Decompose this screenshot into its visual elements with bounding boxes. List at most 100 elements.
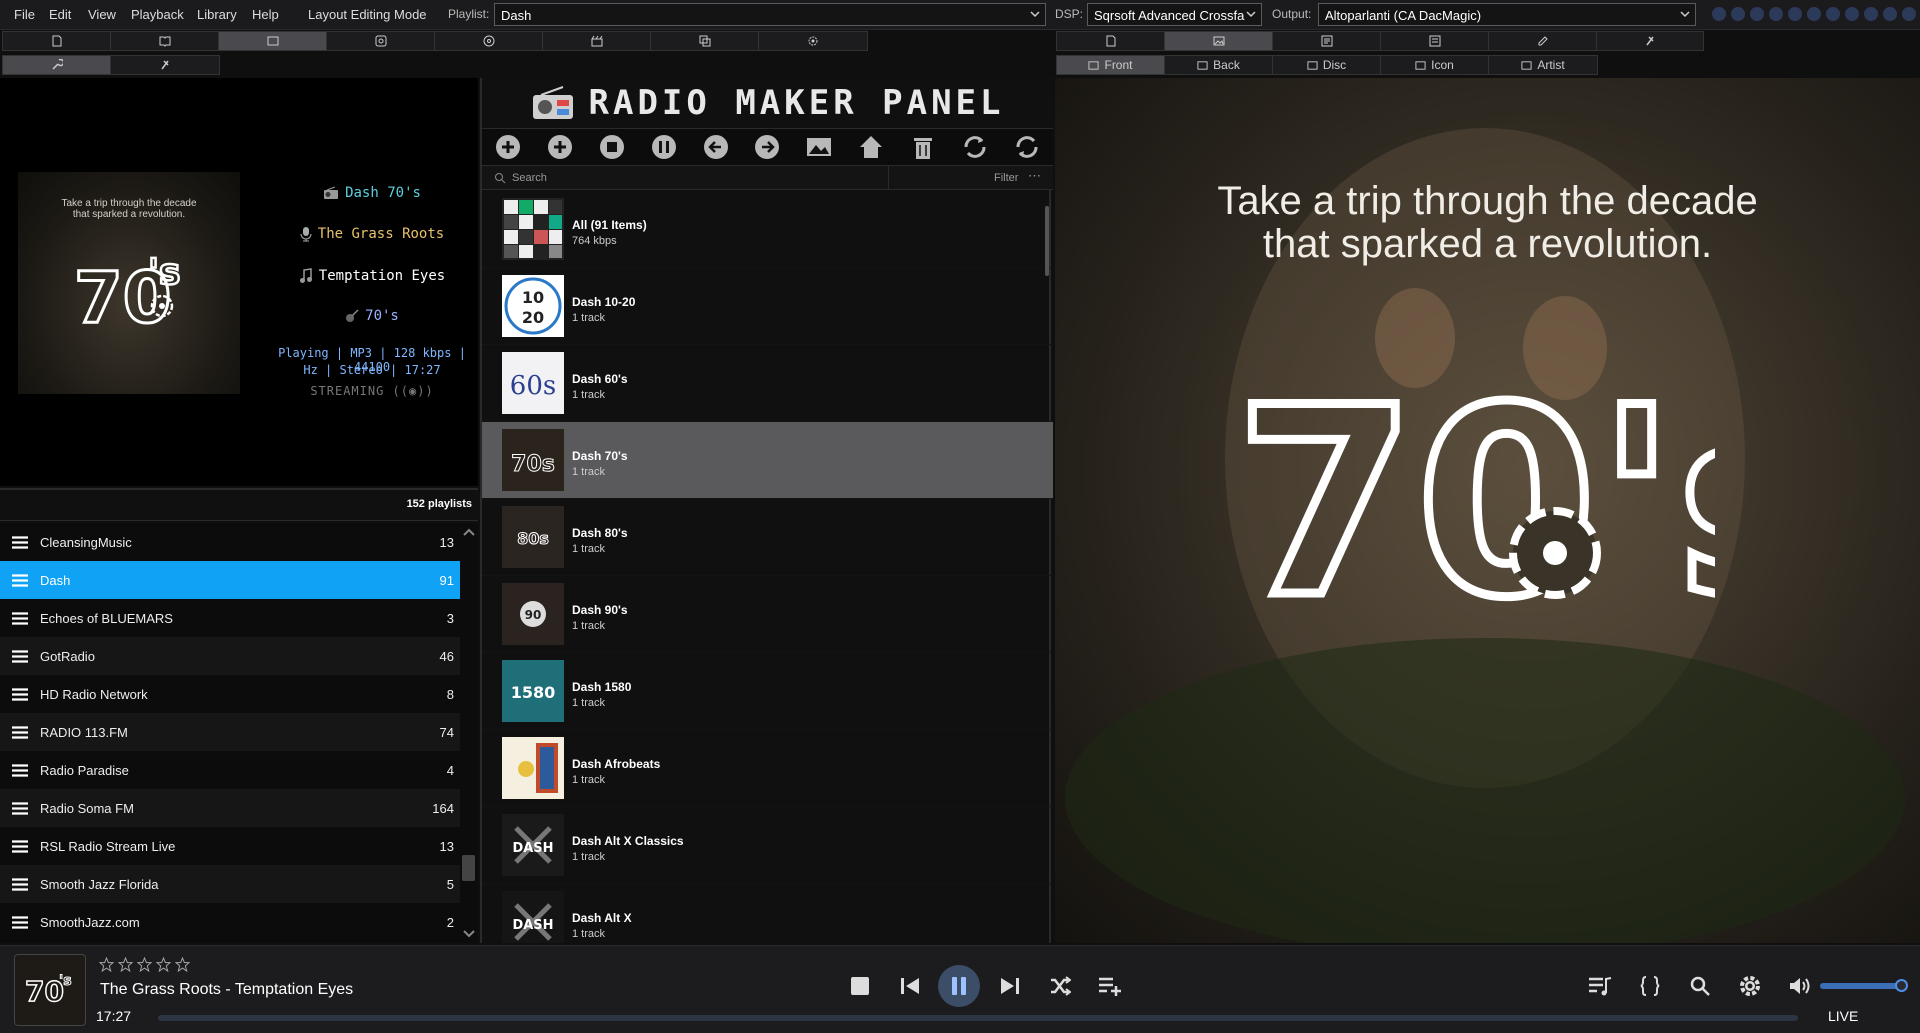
tab-page[interactable] [2,31,110,51]
station-row[interactable]: DASH Dash Alt X Classics 1 track [482,807,1053,884]
tab-radio-tools[interactable] [2,55,110,75]
tab-album[interactable] [218,31,326,51]
rating-stars[interactable] [99,957,190,972]
tab-lyrics[interactable] [1488,31,1596,51]
playlist-row[interactable]: SmoothJazz.com 2 [0,903,460,941]
pause-button[interactable] [938,965,980,1007]
volume-button[interactable] [1780,966,1820,1006]
menu-file[interactable]: File [14,7,35,22]
more-icon[interactable]: ⋯ [1028,168,1041,184]
previous-button[interactable] [890,966,930,1006]
playlist-scroll-thumb[interactable] [462,855,475,881]
output-dropdown[interactable]: Altoparlanti (CA DacMagic) [1318,3,1696,26]
tray-icon[interactable] [1712,7,1726,21]
tab-radio-settings[interactable] [110,55,220,75]
home-icon[interactable] [857,133,885,161]
volume-slider-handle[interactable] [1895,979,1908,992]
menu-view[interactable]: View [88,7,116,22]
tray-icon[interactable] [1845,7,1859,21]
menu-library[interactable]: Library [197,7,237,22]
filter-button[interactable]: Filter [994,172,1018,184]
playlist-row[interactable]: Radio Soma FM 164 [0,789,460,827]
tab-clapper[interactable] [542,31,650,51]
image-icon[interactable] [805,133,833,161]
tray-icon[interactable] [1807,7,1821,21]
tray-icon[interactable] [1902,7,1916,21]
dsp-dropdown[interactable]: Sqrsoft Advanced Crossfa [1087,3,1262,26]
station-row[interactable]: 10 20 Dash 10-20 1 track [482,268,1053,345]
code-button[interactable] [1630,966,1670,1006]
playlist-row[interactable]: HD Radio Network 8 [0,675,460,713]
stop-icon[interactable] [598,133,626,161]
station-row[interactable]: 70s Dash 70's 1 track [482,422,1053,499]
tab-copy[interactable] [650,31,758,51]
add-icon[interactable] [494,133,522,161]
stop-button[interactable] [840,966,880,1006]
pause-icon[interactable] [650,133,678,161]
settings-button[interactable] [1730,966,1770,1006]
star-icon[interactable] [99,957,114,972]
star-icon[interactable] [156,957,171,972]
tab-page-right[interactable] [1056,31,1164,51]
tab-settings[interactable] [758,31,868,51]
station-row[interactable]: 1580 Dash 1580 1 track [482,653,1053,730]
tab-list[interactable] [1380,31,1488,51]
playlist-row[interactable]: Smooth Jazz Florida 5 [0,865,460,903]
tab-back[interactable]: Back [1164,55,1272,75]
volume-slider[interactable] [1820,983,1902,989]
tab-info[interactable] [1272,31,1380,51]
chevron-down-icon[interactable] [463,929,475,939]
refresh-icon[interactable] [961,133,989,161]
star-icon[interactable] [175,957,190,972]
tray-icon[interactable] [1731,7,1745,21]
menu-help[interactable]: Help [252,7,279,22]
station-row[interactable]: 80s Dash 80's 1 track [482,499,1053,576]
playlist-row[interactable]: GotRadio 46 [0,637,460,675]
tab-artist[interactable]: Artist [1488,55,1598,75]
tray-icon[interactable] [1883,7,1897,21]
station-row[interactable]: All (91 Items) 764 kbps [482,191,1053,268]
tray-icon[interactable] [1750,7,1764,21]
seek-bar[interactable] [158,1015,1798,1021]
station-row[interactable]: 60s Dash 60's 1 track [482,345,1053,422]
playlist-row[interactable]: Echoes of BLUEMARS 3 [0,599,460,637]
tab-book[interactable] [110,31,218,51]
arrow-left-icon[interactable] [702,133,730,161]
chevron-up-icon[interactable] [463,527,475,537]
playlist-row[interactable]: CleansingMusic 13 [0,523,460,561]
search-button[interactable] [1680,966,1720,1006]
tab-disc-art[interactable]: Disc [1272,55,1380,75]
tab-media[interactable] [326,31,434,51]
playlist-row[interactable]: Dash 91 [0,561,460,599]
add-to-queue-button[interactable] [1090,966,1130,1006]
mini-album-art[interactable]: 70's [14,954,86,1026]
tab-artwork[interactable] [1164,31,1272,51]
station-scroll-thumb[interactable] [1045,206,1049,276]
station-row[interactable]: Dash Afrobeats 1 track [482,730,1053,807]
station-row[interactable]: DASH Dash Alt X 1 track [482,884,1053,943]
tab-tools-right[interactable] [1596,31,1704,51]
tab-icon[interactable]: Icon [1380,55,1488,75]
star-icon[interactable] [137,957,152,972]
star-icon[interactable] [118,957,133,972]
menu-edit[interactable]: Edit [49,7,71,22]
menu-layout-editing-mode[interactable]: Layout Editing Mode [308,7,427,22]
playlist-row[interactable]: RSL Radio Stream Live 13 [0,827,460,865]
next-button[interactable] [990,966,1030,1006]
tray-icon[interactable] [1826,7,1840,21]
tray-icon[interactable] [1788,7,1802,21]
shuffle-button[interactable] [1040,966,1080,1006]
add-station-icon[interactable] [546,133,574,161]
trash-icon[interactable] [909,133,937,161]
tab-disc[interactable] [434,31,542,51]
tray-icon[interactable] [1864,7,1878,21]
lyrics-button[interactable] [1580,966,1620,1006]
search-input[interactable]: Search [512,172,547,184]
tab-front[interactable]: Front [1056,55,1164,75]
arrow-right-icon[interactable] [753,133,781,161]
station-row[interactable]: 90 Dash 90's 1 track [482,576,1053,653]
menu-playback[interactable]: Playback [131,7,184,22]
tray-icon[interactable] [1769,7,1783,21]
playlist-row[interactable]: Radio Paradise 4 [0,751,460,789]
sync-icon[interactable] [1013,133,1041,161]
